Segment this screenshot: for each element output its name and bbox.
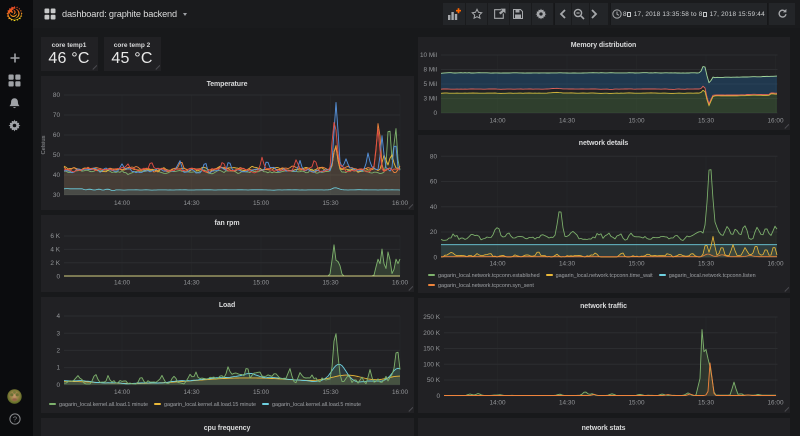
svg-text:?: ? xyxy=(13,415,17,424)
